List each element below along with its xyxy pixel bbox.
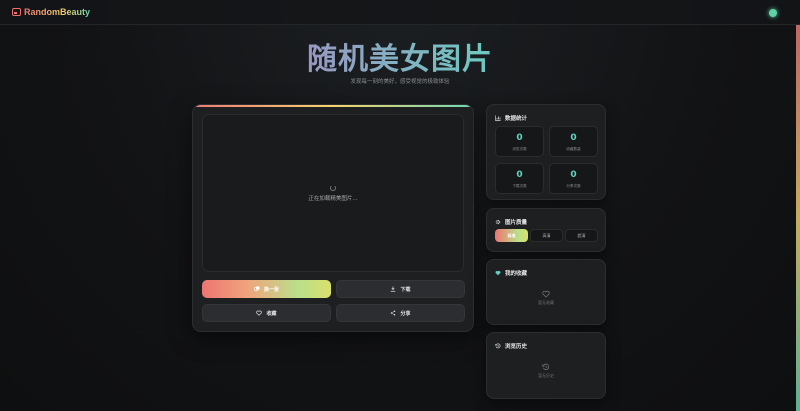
stat-label: 下载次数 [512, 184, 527, 188]
history-card: 浏览历史 暂无历史 [486, 332, 606, 399]
share-icon [391, 310, 396, 316]
logo-text: RandomBeauty [24, 7, 91, 17]
loading-text: 正在加载精美图片... [308, 195, 358, 202]
stat-value: 0 [570, 133, 577, 143]
heart-outline-icon [542, 290, 550, 298]
history-empty-text: 暂无历史 [538, 373, 554, 378]
history-title: 浏览历史 [505, 344, 528, 350]
favorite-label: 收藏 [266, 310, 277, 317]
logo[interactable]: RandomBeauty [12, 7, 90, 17]
quality-title: 图片质量 [505, 220, 528, 226]
bar-chart-icon [495, 115, 501, 121]
next-image-button[interactable]: 换一张 [202, 280, 331, 298]
top-nav-bar: RandomBeauty [0, 0, 800, 25]
quality-option-standard[interactable]: 标准 [495, 229, 528, 242]
page-subtitle: 发现每一刻的美好，感受视觉的极致体验 [350, 79, 450, 85]
favorites-title: 我的收藏 [505, 271, 528, 277]
favorites-card: 我的收藏 暂无收藏 [486, 259, 606, 325]
favorites-empty-text: 暂无收藏 [538, 300, 554, 305]
image-display-area[interactable]: 正在加载精美图片... [202, 114, 464, 272]
quality-option-uhd[interactable]: 超清 [565, 229, 598, 242]
download-button[interactable]: 下载 [336, 280, 465, 298]
quality-card: 图片质量 标准 高清 超清 [486, 208, 606, 252]
next-image-label: 换一张 [263, 286, 279, 293]
stat-label: 浏览次数 [512, 147, 527, 151]
image-frame-icon [12, 8, 21, 16]
heart-icon [256, 310, 263, 316]
loading-spinner-icon [330, 184, 336, 191]
heart-filled-icon [495, 270, 501, 276]
history-icon [495, 343, 501, 349]
stat-shares: 0 分享次数 [549, 163, 598, 194]
download-icon [391, 286, 396, 292]
images-icon [254, 286, 260, 291]
page-title: 随机美女图片 [0, 34, 800, 78]
share-label: 分享 [400, 310, 411, 317]
history-empty-state: 暂无历史 [487, 363, 605, 379]
favorites-empty-state: 暂无收藏 [487, 290, 605, 306]
status-indicator [769, 9, 777, 17]
stat-label: 分享次数 [566, 184, 581, 188]
favorite-button[interactable]: 收藏 [202, 304, 331, 322]
quality-option-hd[interactable]: 高清 [530, 229, 563, 242]
image-viewer-card: 正在加载精美图片... 换一张 下载 收藏 分享 [192, 104, 474, 332]
stat-label: 收藏数量 [566, 147, 581, 151]
stat-value: 0 [516, 133, 523, 143]
gear-icon [495, 219, 501, 225]
stat-downloads: 0 下载次数 [495, 163, 544, 194]
stat-value: 0 [570, 170, 577, 180]
history-outline-icon [542, 363, 550, 370]
stat-favorites: 0 收藏数量 [549, 126, 598, 157]
stat-value: 0 [516, 170, 523, 180]
download-label: 下载 [400, 286, 411, 293]
stats-card: 数据统计 0 浏览次数 0 收藏数量 0 下载次数 0 分享次数 [486, 104, 606, 200]
stat-views: 0 浏览次数 [495, 126, 544, 157]
share-button[interactable]: 分享 [336, 304, 465, 322]
stats-title: 数据统计 [505, 116, 528, 122]
